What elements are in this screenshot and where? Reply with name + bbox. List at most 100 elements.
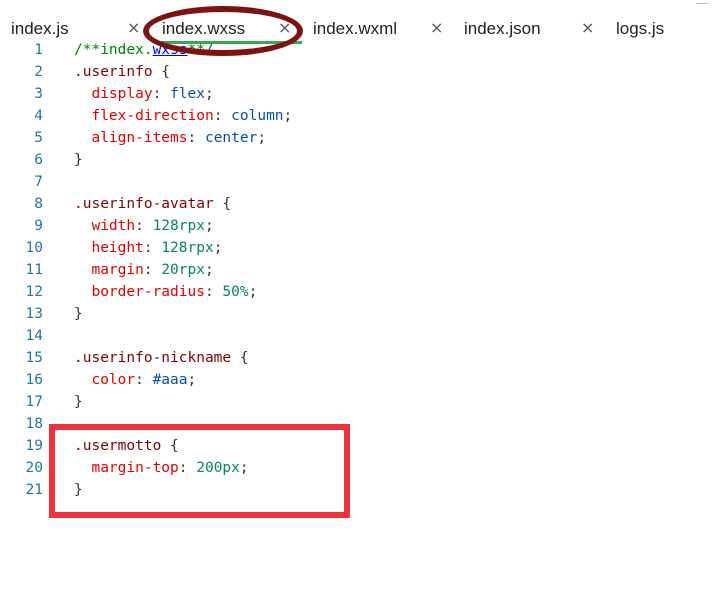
code-token: 50%: [222, 284, 249, 300]
code-line[interactable]: 5 align-items: center;: [0, 127, 720, 149]
code-token: column: [231, 108, 284, 124]
code-text: align-items: center;: [74, 127, 266, 149]
line-number: 2: [34, 64, 43, 80]
tab-label: index.wxml: [313, 19, 398, 38]
tab-label: index.json: [464, 19, 541, 38]
code-line[interactable]: 19 .usermotto {: [0, 435, 720, 457]
line-number: 8: [34, 196, 43, 212]
tab-label: logs.js: [616, 19, 665, 38]
code-token: /**index.: [74, 42, 153, 58]
code-token: .userinfo-avatar: [74, 196, 214, 212]
code-token: :: [143, 262, 162, 278]
code-token: margin-top: [74, 460, 179, 476]
code-line[interactable]: 1 /**index.wxss**/: [0, 39, 720, 61]
code-text: width: 128rpx;: [74, 215, 213, 237]
line-number: 6: [34, 152, 43, 168]
code-text: .userinfo-nickname {: [74, 347, 249, 369]
code-text: height: 128rpx;: [74, 237, 222, 259]
line-number: 13: [25, 306, 43, 322]
code-line[interactable]: 3 display: flex;: [0, 83, 720, 105]
code-token: color: [74, 372, 136, 388]
code-line[interactable]: 6}: [0, 149, 720, 171]
line-number: 7: [34, 174, 43, 190]
code-token: align-items: [74, 130, 188, 146]
code-line[interactable]: 9 width: 128rpx;: [0, 215, 720, 237]
line-number: 5: [34, 130, 43, 146]
code-line[interactable]: 21}: [0, 479, 720, 501]
line-number: 17: [25, 394, 43, 410]
code-token: center: [204, 130, 258, 146]
code-token: :: [213, 108, 232, 124]
tab-label: index.js: [11, 19, 69, 38]
code-token: }: [74, 482, 83, 498]
line-number: 20: [25, 460, 43, 476]
code-line[interactable]: 11 margin: 20rpx;: [0, 259, 720, 281]
code-token: ;: [204, 86, 214, 102]
code-line[interactable]: 17}: [0, 391, 720, 413]
code-token: :: [143, 240, 162, 256]
code-token: 128rpx: [161, 240, 214, 256]
code-line[interactable]: 13}: [0, 303, 720, 325]
code-line[interactable]: 12 border-radius: 50%;: [0, 281, 720, 303]
line-number: 16: [25, 372, 43, 388]
code-text: display: flex;: [74, 83, 214, 105]
code-token: ;: [187, 372, 197, 388]
line-number: 4: [34, 108, 43, 124]
code-token: :: [152, 86, 171, 102]
code-token: {: [152, 64, 171, 80]
code-text: flex-direction: column;: [74, 105, 292, 127]
code-token: }: [74, 306, 83, 322]
code-editor-window: index.js × index.wxss × index.wxml × ind…: [0, 0, 720, 590]
code-line[interactable]: 10 height: 128rpx;: [0, 237, 720, 259]
editor-tab-bar: index.js × index.wxss × index.wxml × ind…: [0, 0, 720, 44]
code-text: }: [74, 149, 83, 171]
close-icon[interactable]: ×: [127, 18, 140, 37]
window-control-icon[interactable]: [696, 0, 708, 4]
code-token: }: [74, 394, 83, 410]
code-area[interactable]: 1 /**index.wxss**/ 2 .userinfo {3 display: …: [0, 39, 720, 501]
code-text: margin: 20rpx;: [74, 259, 214, 281]
code-token: 128rpx: [152, 218, 205, 234]
line-number: 14: [25, 328, 43, 344]
code-token: :: [178, 460, 197, 476]
code-token: border-radius: [74, 284, 205, 300]
code-token: :: [135, 218, 153, 234]
close-icon[interactable]: ×: [581, 18, 594, 37]
code-token: :: [135, 372, 153, 388]
code-line[interactable]: 14: [0, 325, 720, 347]
code-line[interactable]: 7: [0, 171, 720, 193]
code-line[interactable]: 20 margin-top: 200px;: [0, 457, 720, 479]
code-text: color: #aaa;: [74, 369, 196, 391]
line-number: 18: [25, 416, 43, 432]
line-number: 12: [25, 284, 43, 300]
close-icon[interactable]: ×: [278, 18, 291, 37]
code-token: :: [204, 284, 223, 300]
line-number: 1: [34, 42, 43, 58]
code-line[interactable]: 18: [0, 413, 720, 435]
line-number: 15: [25, 350, 43, 366]
line-number: 21: [25, 482, 43, 498]
code-line[interactable]: 2 .userinfo {: [0, 61, 720, 83]
code-token: flex-direction: [74, 108, 214, 124]
code-line[interactable]: 4 flex-direction: column;: [0, 105, 720, 127]
code-line[interactable]: 15 .userinfo-nickname {: [0, 347, 720, 369]
tab-label: index.wxss: [162, 19, 246, 38]
code-text: /**index.wxss**/: [74, 39, 214, 61]
code-token: height: [74, 240, 144, 256]
code-token: 200px: [196, 460, 240, 476]
close-icon[interactable]: ×: [430, 18, 443, 37]
code-token: ;: [257, 130, 267, 146]
code-line[interactable]: 16 color: #aaa;: [0, 369, 720, 391]
code-text: .usermotto {: [74, 435, 179, 457]
code-line[interactable]: 8 .userinfo-avatar {: [0, 193, 720, 215]
code-token: 20rpx: [161, 262, 205, 278]
code-token: .usermotto: [74, 438, 162, 454]
code-token: .userinfo: [74, 64, 153, 80]
code-token: flex: [170, 86, 205, 102]
code-text: }: [74, 303, 83, 325]
code-token: ;: [204, 262, 214, 278]
code-token: width: [74, 218, 136, 234]
code-text: }: [74, 391, 83, 413]
line-number: 11: [25, 262, 43, 278]
code-token: ;: [213, 240, 223, 256]
